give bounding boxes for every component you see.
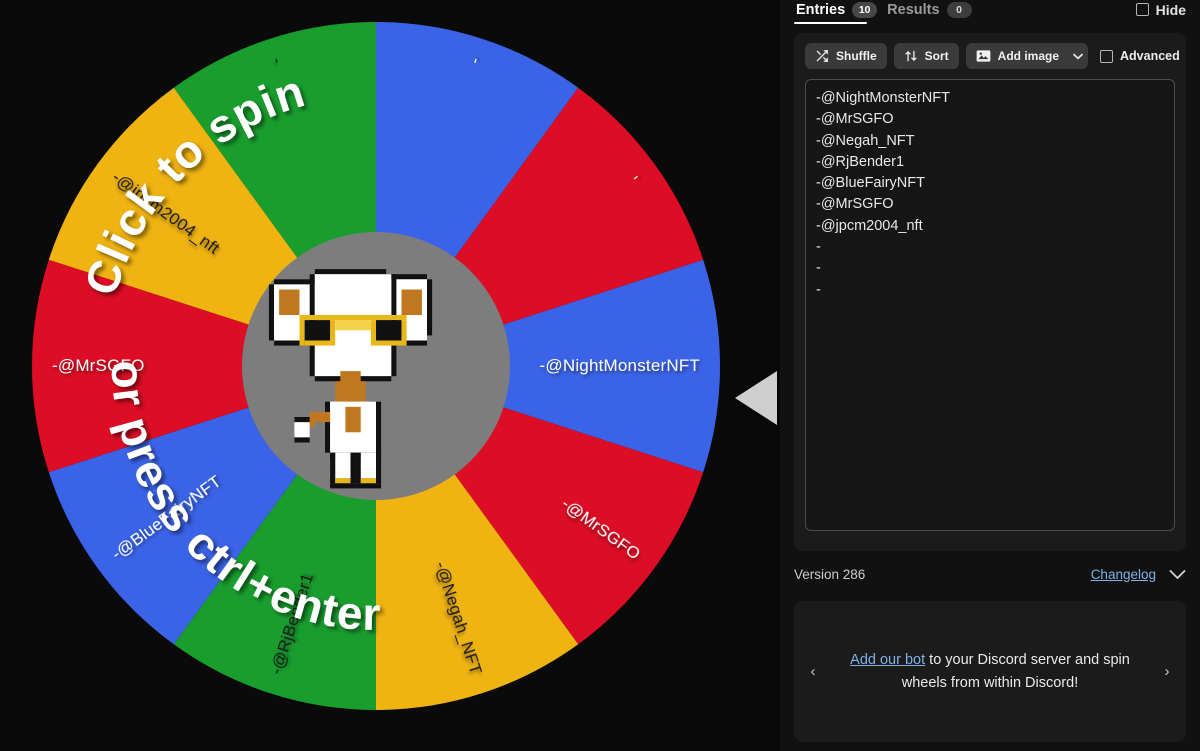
spin-wheel[interactable]: -@NightMonsterNFT -@MrSGFO -@Negah_NFT -@Rj… xyxy=(32,22,777,710)
changelog-link[interactable]: Changelog xyxy=(1091,567,1156,582)
promo-rest-text: to your Discord server and spin wheels f… xyxy=(901,651,1130,691)
tab-entries-count: 10 xyxy=(852,1,878,18)
version-label: Version 286 xyxy=(794,566,866,582)
sort-label: Sort xyxy=(924,49,949,63)
tab-results[interactable]: Results 0 xyxy=(885,1,979,21)
add-image-button[interactable]: Add image xyxy=(965,43,1089,69)
wheel-of-names-app: -@NightMonsterNFT -@MrSGFO -@Negah_NFT -@Rj… xyxy=(0,0,1200,751)
promo-text: Add our bot to your Discord server and s… xyxy=(826,649,1154,695)
hide-checkbox[interactable]: Hide xyxy=(1135,1,1186,21)
chevron-down-icon[interactable] xyxy=(1068,53,1083,60)
hide-label: Hide xyxy=(1155,1,1186,18)
advanced-checkbox-box[interactable] xyxy=(1100,49,1114,63)
tab-results-count: 0 xyxy=(946,1,972,18)
advanced-checkbox[interactable]: Advanced xyxy=(1100,49,1180,63)
wheel-pane: -@NightMonsterNFT -@MrSGFO -@Negah_NFT -@Rj… xyxy=(0,0,780,751)
advanced-label: Advanced xyxy=(1120,49,1180,63)
promo-carousel: ‹ Add our bot to your Discord server and… xyxy=(794,601,1186,742)
tab-entries[interactable]: Entries 10 xyxy=(794,1,885,21)
entries-toolbar: Shuffle Sort Add image Advanced xyxy=(805,43,1180,69)
carousel-next-button[interactable]: › xyxy=(1154,663,1180,680)
tab-entries-label: Entries xyxy=(796,1,846,18)
wheel-segment-label: -@NightMonsterNFT xyxy=(540,356,700,375)
tab-bar: Entries 10 Results 0 Hide xyxy=(794,0,1186,24)
tab-results-label: Results xyxy=(887,1,940,18)
image-icon xyxy=(976,49,991,63)
active-tab-underline xyxy=(794,21,867,24)
side-panel: Entries 10 Results 0 Hide Shuffle Sort A… xyxy=(780,0,1200,751)
chevron-down-icon[interactable] xyxy=(1169,569,1186,580)
shuffle-icon xyxy=(815,49,829,63)
sort-icon xyxy=(904,49,918,63)
hide-checkbox-box[interactable] xyxy=(1135,3,1149,16)
add-our-bot-link[interactable]: Add our bot xyxy=(850,652,925,668)
wheel-svg[interactable]: -@NightMonsterNFT-@MrSGFO-@Negah_NFT-@Rj… xyxy=(32,22,720,710)
entries-textarea[interactable] xyxy=(805,79,1175,531)
sort-button[interactable]: Sort xyxy=(893,43,959,69)
shuffle-label: Shuffle xyxy=(836,49,877,63)
version-row: Version 286 Changelog xyxy=(794,564,1186,584)
carousel-prev-button[interactable]: ‹ xyxy=(800,663,826,680)
wheel-pointer-icon xyxy=(735,371,777,425)
entries-card: Shuffle Sort Add image Advanced -@NightM… xyxy=(794,33,1186,551)
add-image-label: Add image xyxy=(997,49,1060,63)
shuffle-button[interactable]: Shuffle xyxy=(805,43,887,69)
